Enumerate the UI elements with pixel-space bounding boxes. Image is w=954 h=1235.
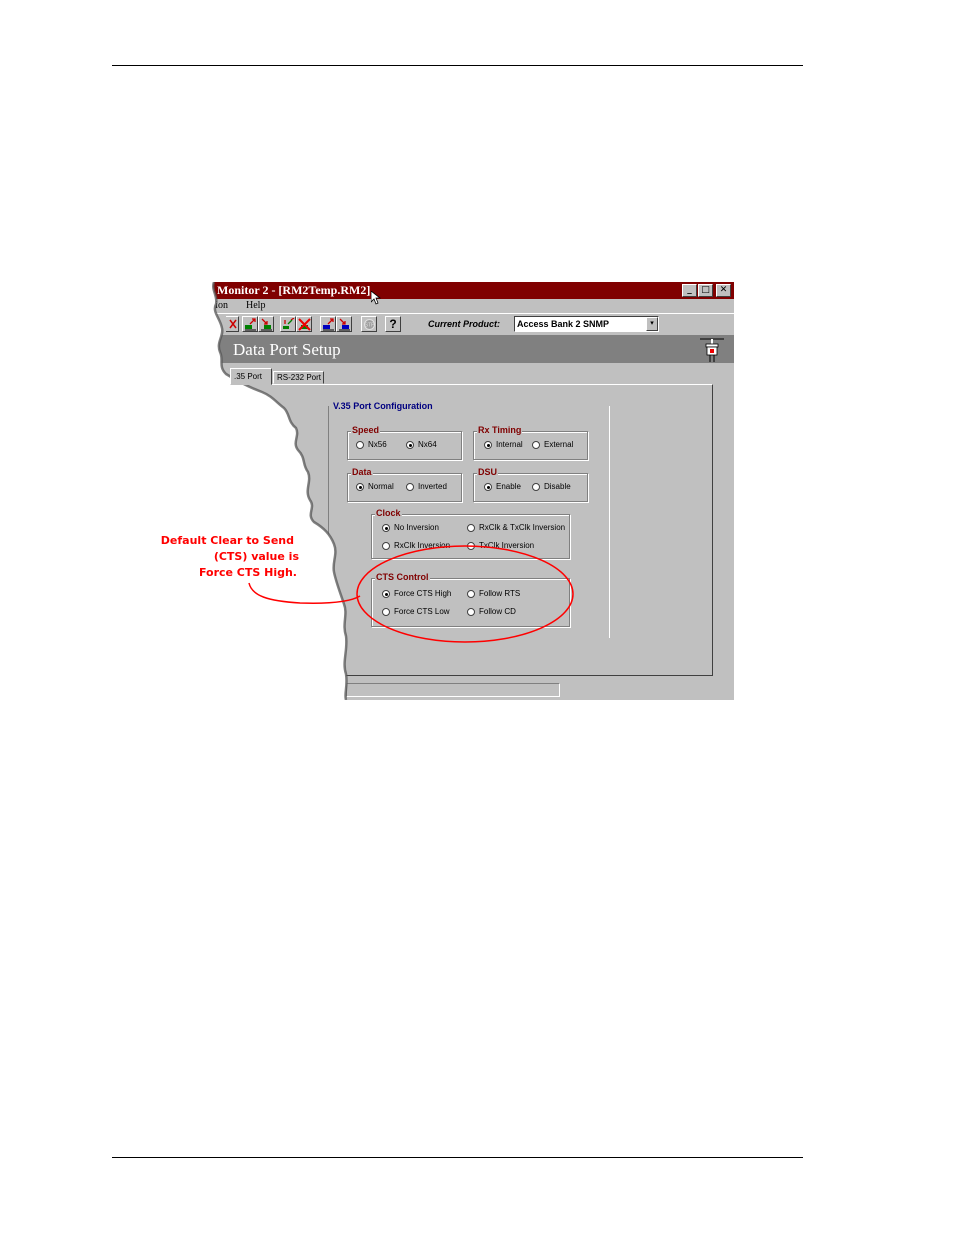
footer-rule [112,1157,803,1158]
app-window: Monitor 2 - [RM2Temp.RM2] _ □ ✕ ction He… [206,282,734,700]
header-rule [112,65,803,66]
torn-edge-mask [206,282,348,700]
annotation-line-3: Force CTS High. [198,566,297,579]
tab-v35-port[interactable]: .35 Port [230,368,272,385]
annotation-line-2: (CTS) value is [213,550,299,563]
annotation-line-1: Default Clear to Send [160,534,294,547]
